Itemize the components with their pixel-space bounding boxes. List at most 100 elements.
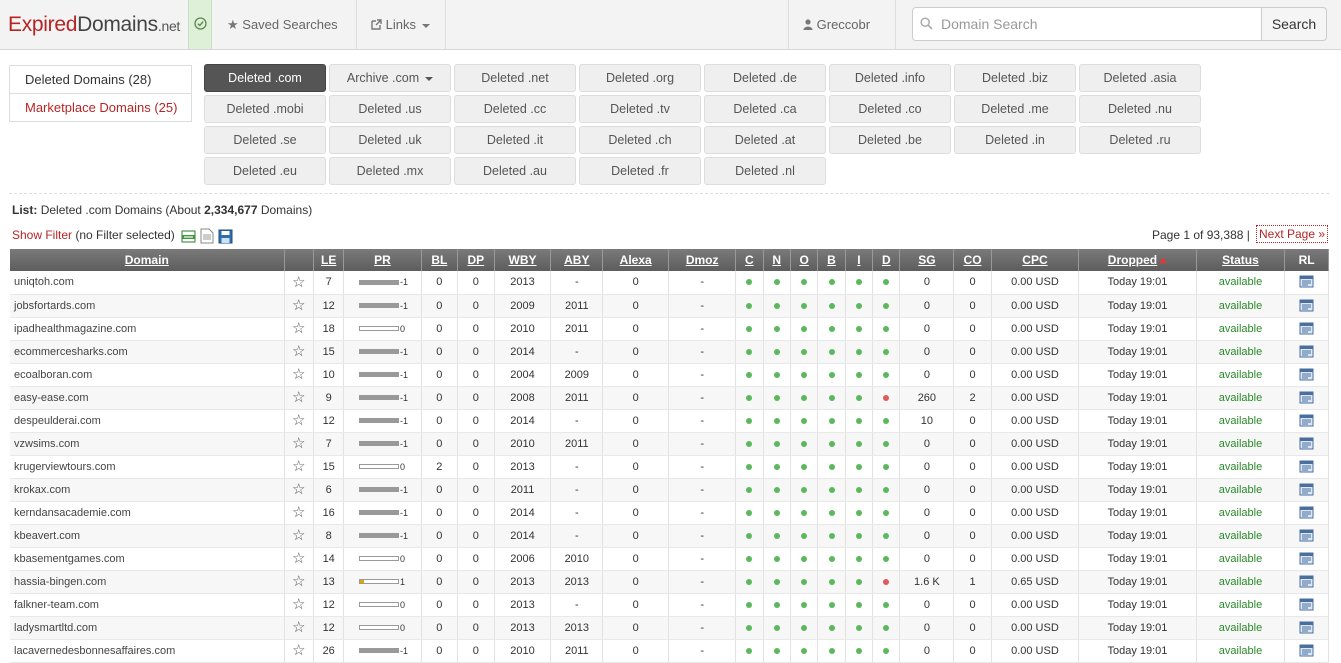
tld-button[interactable]: Deleted .it [454,126,576,154]
col-header-alexa[interactable]: Alexa [602,249,670,271]
tld-button[interactable]: Deleted .net [454,64,576,92]
col-header-aby[interactable]: ABY [550,249,604,271]
registrar-list-icon[interactable] [1299,391,1314,405]
table-row[interactable]: vzwsims.com ☆ 7 -1 0 0 2010 2011 0-0 0 0.00 USD Tod… [10,432,1329,456]
tld-button[interactable]: Deleted .me [954,95,1076,123]
tld-button[interactable]: Deleted .nu [1079,95,1201,123]
col-header-wby[interactable]: WBY [494,249,552,271]
show-filter-link[interactable]: Show Filter [12,228,72,242]
table-row[interactable]: ladysmartltd.com ☆ 12 0 0 0 2013 2013 0-0 0 0.00 U… [10,616,1329,640]
col-header-c[interactable]: C [735,249,764,271]
table-row[interactable]: kbeavert.com ☆ 8 -1 0 0 2014-0-0 0 0.00 USD Today… [10,524,1329,548]
links-menu[interactable]: Links [357,0,446,49]
col-header-bl[interactable]: BL [421,249,459,271]
csv-export-icon[interactable] [181,228,197,244]
next-page-link[interactable]: Next Page » [1256,225,1329,243]
table-row[interactable]: jobsfortards.com ☆ 12 -1 0 0 2009 2011 0-0 0 0.00 … [10,294,1329,318]
registrar-list-icon[interactable] [1299,460,1314,474]
tld-button[interactable]: Deleted .tv [579,95,701,123]
domain-name[interactable]: hassia-bingen.com [10,570,285,594]
user-menu[interactable]: Greccobr [788,0,896,77]
domain-name[interactable]: ecoalboran.com [10,363,285,387]
col-header-i[interactable]: I [845,249,874,271]
col-header-n[interactable]: N [763,249,791,271]
tld-button[interactable]: Deleted .at [704,126,826,154]
domain-name[interactable]: ecommercesharks.com [10,340,285,364]
col-header-d[interactable]: D [872,249,901,271]
col-header-dp[interactable]: DP [457,249,495,271]
star-outline-icon[interactable]: ☆ [292,504,305,521]
table-row[interactable]: falkner-team.com ☆ 12 0 0 0 2013-0-0 0 0.00 USD T… [10,593,1329,617]
tld-button[interactable]: Deleted .mx [329,157,451,185]
star-outline-icon[interactable]: ☆ [292,458,305,475]
table-row[interactable]: easy-ease.com ☆ 9 -1 0 0 2008 2011 0-260 2 0.00 US… [10,386,1329,410]
tld-button[interactable]: Deleted .ch [579,126,701,154]
col-header-b[interactable]: B [817,249,846,271]
registrar-list-icon[interactable] [1299,575,1314,589]
star-outline-icon[interactable]: ☆ [292,343,305,360]
star-outline-icon[interactable]: ☆ [292,435,305,452]
tld-button[interactable]: Deleted .us [329,95,451,123]
domain-name[interactable]: jobsfortards.com [10,294,285,318]
table-row[interactable]: despeulderai.com ☆ 12 -1 0 0 2014-0-10 0 0.00 US… [10,409,1329,433]
tld-button[interactable]: Deleted .fr [579,157,701,185]
registrar-list-icon[interactable] [1299,598,1314,612]
registrar-list-icon[interactable] [1299,621,1314,635]
col-header-co[interactable]: CO [953,249,992,271]
domain-name[interactable]: kbeavert.com [10,524,285,548]
star-outline-icon[interactable]: ☆ [292,550,305,567]
registrar-list-icon[interactable] [1299,414,1314,428]
domain-name[interactable]: ladysmartltd.com [10,616,285,640]
table-row[interactable]: ecommercesharks.com ☆ 15 -1 0 0 2014-0-0 0 0.00 … [10,340,1329,364]
tld-button[interactable]: Archive .com [329,64,451,92]
col-header-dmoz[interactable]: Dmoz [668,249,737,271]
col-header-status[interactable]: Status [1196,249,1286,271]
tld-button[interactable]: Deleted .au [454,157,576,185]
sidebar-item-deleted-domains[interactable]: Deleted Domains (28) [9,65,192,94]
star-outline-icon[interactable]: ☆ [292,320,305,337]
star-outline-icon[interactable]: ☆ [292,596,305,613]
sidebar-item-marketplace-domains[interactable]: Marketplace Domains (25) [9,93,192,122]
domain-name[interactable]: easy-ease.com [10,386,285,410]
col-header-cpc[interactable]: CPC [991,249,1080,271]
tld-button[interactable]: Deleted .org [579,64,701,92]
star-outline-icon[interactable]: ☆ [292,297,305,314]
tld-button[interactable]: Deleted .mobi [204,95,326,123]
tld-button[interactable]: Deleted .eu [204,157,326,185]
registrar-list-icon[interactable] [1299,644,1314,658]
col-header-pr[interactable]: PR [343,249,422,271]
tld-button[interactable]: Deleted .cc [454,95,576,123]
star-outline-icon[interactable]: ☆ [292,573,305,590]
col-header-dropped[interactable]: Dropped [1078,249,1197,271]
table-row[interactable]: krokax.com ☆ 6 -1 0 0 2011-0-0 0 0.00 USD Today 1… [10,478,1329,502]
col-header-le[interactable]: LE [313,249,345,271]
registrar-list-icon[interactable] [1299,483,1314,497]
registrar-list-icon[interactable] [1299,322,1314,336]
table-row[interactable]: uniqtoh.com ☆ 7 -1 0 0 2013-0-0 0 0.00 USD Today … [10,271,1329,295]
tld-button[interactable]: Deleted .ca [704,95,826,123]
domain-name[interactable]: krokax.com [10,478,285,502]
domain-name[interactable]: vzwsims.com [10,432,285,456]
registrar-list-icon[interactable] [1299,275,1314,289]
star-outline-icon[interactable]: ☆ [292,389,305,406]
saved-searches-menu[interactable]: ★ Saved Searches [213,0,357,77]
star-outline-icon[interactable]: ☆ [292,527,305,544]
tld-button[interactable]: Deleted .be [829,126,951,154]
col-header-o[interactable]: O [790,249,819,271]
site-logo[interactable]: ExpiredDomains.net [8,13,180,37]
tld-button[interactable]: Deleted .se [204,126,326,154]
star-outline-icon[interactable]: ☆ [292,274,305,291]
tld-button[interactable]: Deleted .uk [329,126,451,154]
registrar-list-icon[interactable] [1299,506,1314,520]
text-export-icon[interactable] [200,228,214,244]
registrar-list-icon[interactable] [1299,529,1314,543]
domain-name[interactable]: uniqtoh.com [10,271,285,295]
registrar-list-icon[interactable] [1299,345,1314,359]
domain-name[interactable]: krugerviewtours.com [10,455,285,479]
table-row[interactable]: lacavernedesbonnesaffaires.com ☆ 26 -1 0 0 201… [10,639,1329,663]
star-outline-icon[interactable]: ☆ [292,366,305,383]
verified-badge[interactable] [188,0,212,49]
tld-button[interactable]: Deleted .com [204,64,326,92]
table-row[interactable]: ipadhealthmagazine.com ☆ 18 0 0 0 2010 2011 0-0 0… [10,317,1329,341]
registrar-list-icon[interactable] [1299,299,1314,313]
